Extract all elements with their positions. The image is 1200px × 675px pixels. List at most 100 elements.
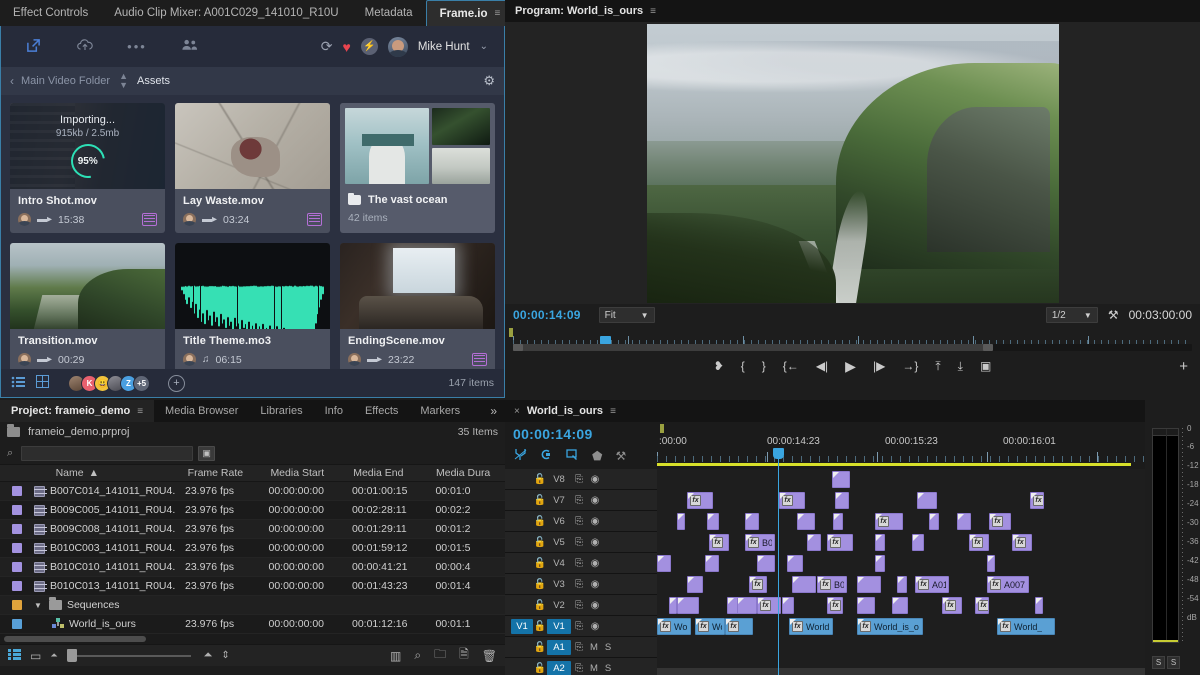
clip-corner-handle[interactable]	[688, 577, 694, 583]
timeline-video-clip[interactable]	[782, 597, 794, 614]
timeline-video-clip[interactable]: fx	[1012, 534, 1032, 551]
timeline-clips-area[interactable]: fxfxfxfxfxfxfxB007fxfxfxfxfxB007fxA01fxA…	[657, 469, 1145, 675]
track-name[interactable]: A1	[547, 640, 571, 655]
lock-icon[interactable]: 🔓	[533, 474, 547, 485]
clip-corner-handle[interactable]	[1036, 598, 1042, 604]
timeline-video-clip[interactable]	[857, 576, 881, 593]
avatar[interactable]	[388, 37, 408, 57]
row-color-swatch[interactable]	[12, 562, 22, 572]
clip-corner-handle[interactable]	[678, 598, 684, 604]
row-color-swatch[interactable]	[12, 600, 22, 610]
timeline-video-clip[interactable]	[835, 492, 849, 509]
timeline-video-clip[interactable]	[807, 534, 821, 551]
timeline-video-clip[interactable]	[833, 513, 843, 530]
timeline-video-clip[interactable]	[917, 492, 937, 509]
column-media-end[interactable]: Media End	[353, 467, 436, 479]
timeline-video-clip[interactable]	[987, 555, 995, 572]
timeline-video-clip[interactable]: fxB007	[745, 534, 775, 551]
sync-lock-icon[interactable]: ⎘	[571, 474, 587, 485]
eye-icon[interactable]: ◉	[587, 474, 603, 485]
panel-menu-icon[interactable]: ≡	[137, 406, 143, 417]
sync-lock-icon[interactable]: ⎘	[571, 558, 587, 569]
timeline-video-clip[interactable]	[875, 555, 885, 572]
clip-corner-handle[interactable]	[836, 493, 842, 499]
extract-icon[interactable]: ⤓	[958, 360, 963, 372]
timeline-video-clip[interactable]	[707, 513, 719, 530]
new-bin-icon[interactable]: 🗀	[434, 645, 446, 666]
clip-corner-handle[interactable]	[834, 514, 840, 520]
track-header[interactable]: 🔓V7⎘◉	[505, 490, 657, 511]
column-frame-rate[interactable]: Frame Rate	[188, 467, 271, 479]
timeline-video-clip[interactable]	[797, 513, 815, 530]
clip-corner-handle[interactable]	[958, 514, 964, 520]
timeline-video-clip[interactable]: fxA007	[987, 576, 1029, 593]
timeline-video-clip[interactable]	[792, 576, 816, 593]
play-button[interactable]: ▶	[845, 359, 856, 373]
program-monitor-stage[interactable]	[505, 22, 1200, 304]
eye-icon[interactable]: ◉	[587, 495, 603, 506]
export-frame-icon[interactable]: ▣	[980, 360, 991, 372]
clip-corner-handle[interactable]	[746, 535, 752, 541]
track-name[interactable]: V7	[547, 495, 571, 506]
track-name[interactable]: V4	[547, 558, 571, 569]
track-target-toggle[interactable]	[511, 535, 533, 550]
clip-corner-handle[interactable]	[970, 535, 976, 541]
timeline-audio-clip[interactable]: fxWorl	[695, 618, 725, 635]
back-chevron-icon[interactable]: ‹	[10, 74, 14, 88]
track-header[interactable]: V1🔓V1⎘◉	[505, 616, 657, 637]
zoom-level-dropdown[interactable]: Fit ▼	[599, 307, 655, 323]
clip-corner-handle[interactable]	[918, 493, 924, 499]
project-horizontal-scrollbar[interactable]	[0, 634, 505, 644]
clip-corner-handle[interactable]	[1013, 535, 1019, 541]
heart-icon[interactable]: ♥	[343, 39, 351, 55]
panel-menu-icon[interactable]: ≡	[610, 406, 616, 417]
wrench-icon[interactable]: ⚒	[615, 449, 626, 463]
filter-bin-icon[interactable]: ▣	[198, 446, 215, 461]
tabs-overflow-icon[interactable]: »	[482, 400, 505, 422]
table-row[interactable]: B007C014_141011_R0U4.23.976 fps00:00:00:…	[0, 482, 505, 501]
clip-corner-handle[interactable]	[658, 619, 664, 625]
lock-icon[interactable]: 🔓	[533, 495, 547, 506]
table-row[interactable]: B009C008_141011_R0U4.23.976 fps00:00:00:…	[0, 520, 505, 539]
clip-corner-handle[interactable]	[808, 535, 814, 541]
timeline-video-clip[interactable]: fxB007	[817, 576, 847, 593]
clip-corner-handle[interactable]	[858, 598, 864, 604]
row-color-swatch[interactable]	[12, 486, 22, 496]
clip-corner-handle[interactable]	[793, 577, 799, 583]
column-media-start[interactable]: Media Start	[270, 467, 353, 479]
table-row[interactable]: B010C003_141011_R0U4.23.976 fps00:00:00:…	[0, 539, 505, 558]
timeline-video-clip[interactable]: fx	[942, 597, 962, 614]
clip-corner-handle[interactable]	[818, 577, 824, 583]
program-zoom-scrollbar[interactable]	[513, 344, 1192, 351]
lock-icon[interactable]: 🔓	[533, 579, 547, 590]
zoom-out-icon[interactable]: ⏶	[50, 650, 57, 661]
collaborator-avatar-overflow[interactable]: +5	[133, 375, 150, 392]
comments-badge-icon[interactable]	[142, 213, 157, 226]
grid-view-icon[interactable]	[36, 375, 49, 391]
timeline-video-clip[interactable]	[757, 555, 775, 572]
track-name[interactable]: A2	[547, 661, 571, 675]
asset-card[interactable]: Importing... 915kb / 2.5mb 95% Intro Sho…	[10, 103, 165, 233]
clip-corner-handle[interactable]	[833, 472, 839, 478]
timeline-audio-clip[interactable]: fxWorld_is_o	[857, 618, 923, 635]
upload-button[interactable]: Upload	[59, 38, 111, 55]
team-button[interactable]: Team	[163, 38, 215, 55]
asset-folder-card[interactable]: The vast ocean 42 items	[340, 103, 495, 233]
clip-corner-handle[interactable]	[738, 598, 744, 604]
sync-lock-icon[interactable]: ⎘	[571, 642, 587, 653]
solo-button[interactable]: S	[601, 642, 615, 653]
track-target-toggle[interactable]	[511, 514, 533, 529]
clip-corner-handle[interactable]	[790, 619, 796, 625]
eye-icon[interactable]: ◉	[587, 558, 603, 569]
timeline-video-clip[interactable]: fx	[1030, 492, 1044, 509]
lock-icon[interactable]: 🔓	[533, 558, 547, 569]
track-target-toggle[interactable]	[511, 556, 533, 571]
asset-card[interactable]: Lay Waste.mov ▬▸ 03:24	[175, 103, 330, 233]
add-marker-icon[interactable]: ❥	[714, 360, 724, 372]
timeline-video-clip[interactable]	[929, 513, 939, 530]
timeline-video-clip[interactable]	[957, 513, 971, 530]
clip-corner-handle[interactable]	[750, 577, 756, 583]
timeline-audio-clip[interactable]: fxWorld	[789, 618, 833, 635]
disclosure-triangle-icon[interactable]: ▼	[34, 601, 44, 610]
sync-lock-icon[interactable]: ⎘	[571, 663, 587, 674]
